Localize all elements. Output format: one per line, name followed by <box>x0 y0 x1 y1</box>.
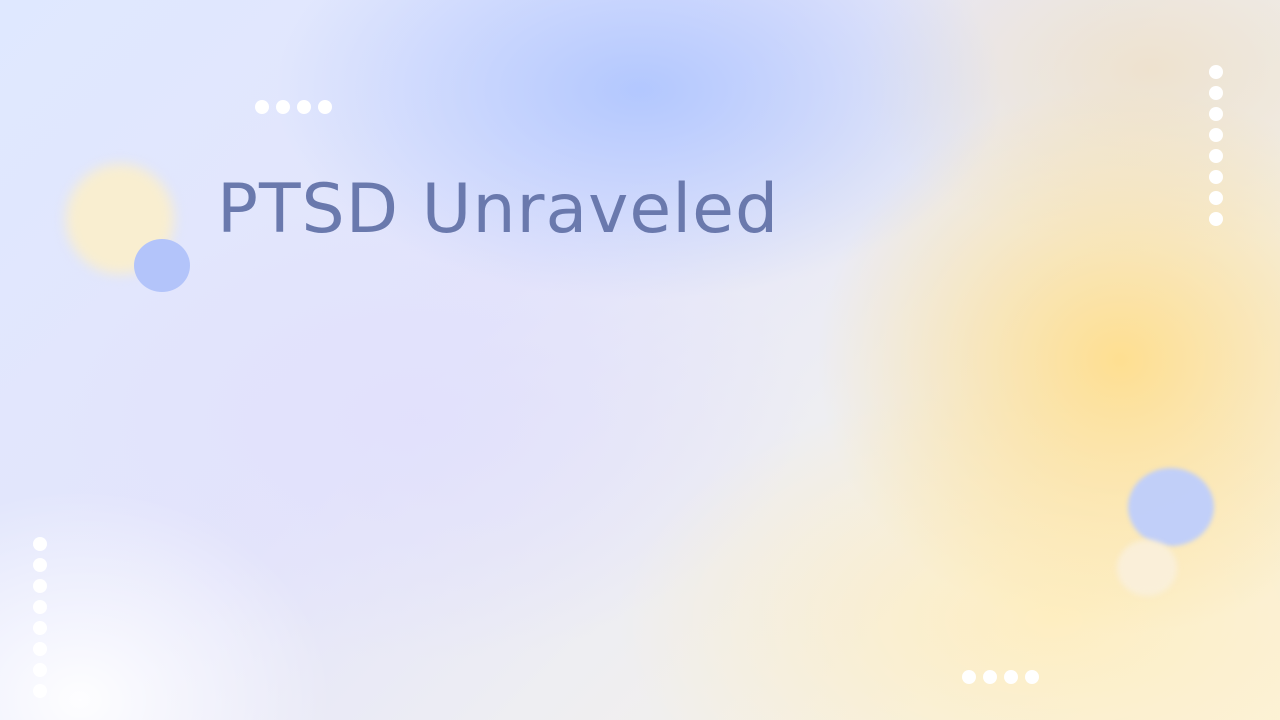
cream-circle-decoration-right <box>1117 540 1177 596</box>
dot-pattern-icon-left <box>33 537 47 698</box>
blue-circle-decoration-right <box>1128 468 1214 546</box>
slide-background: PTSD Unraveled <box>0 0 1280 720</box>
dot-pattern-icon-right <box>1209 65 1223 226</box>
blue-circle-decoration <box>134 239 190 292</box>
dot-pattern-icon-bottom <box>962 670 1039 684</box>
slide-title: PTSD Unraveled <box>217 170 780 249</box>
dot-pattern-icon-top <box>255 100 332 114</box>
